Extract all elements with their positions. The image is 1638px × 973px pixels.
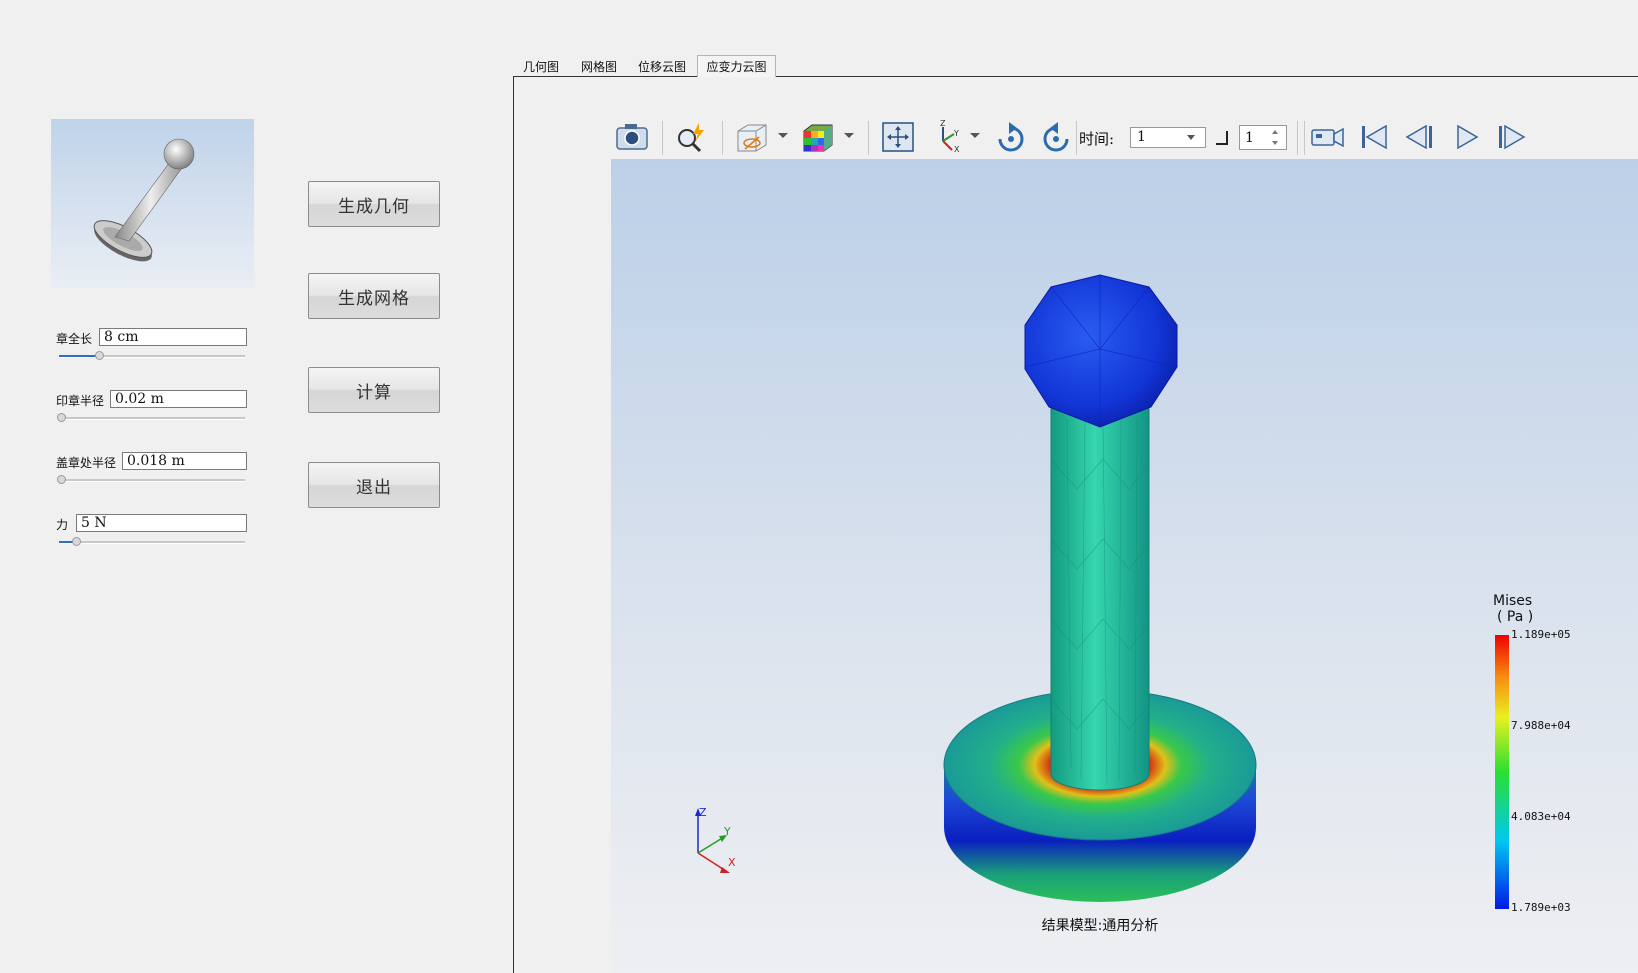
record-video-icon[interactable] (1309, 119, 1347, 155)
face-radius-input[interactable]: 0.018 m (122, 452, 247, 470)
step-spinbox-value: 1 (1245, 130, 1254, 146)
play-icon[interactable] (1449, 119, 1487, 155)
hide-element-icon[interactable] (732, 119, 770, 155)
toolbar-divider (662, 121, 663, 155)
stamp-radius-slider[interactable] (57, 413, 245, 423)
chevron-down-icon[interactable] (778, 133, 788, 138)
step-spinbox[interactable]: 1 (1239, 125, 1287, 150)
axis-label-x: X (728, 856, 736, 869)
legend-color-bar (1495, 635, 1509, 909)
axis-view-icon[interactable]: ZYX (927, 119, 965, 155)
time-label: 时间: (1079, 130, 1115, 148)
chevron-down-icon[interactable] (970, 133, 980, 138)
toolbar-divider (1304, 121, 1305, 155)
chevron-down-icon[interactable] (844, 133, 854, 138)
svg-text:Y: Y (953, 129, 959, 138)
tab-mesh[interactable]: 网格图 (573, 55, 625, 77)
legend-title: Mises (1493, 593, 1532, 609)
next-frame-icon[interactable] (1494, 119, 1532, 155)
toolbar-divider (1076, 121, 1077, 155)
zoom-highlight-icon[interactable] (671, 119, 709, 155)
legend-tick: 7.988e+04 (1511, 719, 1571, 732)
legend-tick: 1.189e+05 (1511, 628, 1571, 641)
spin-down-icon[interactable] (1272, 141, 1278, 145)
param-label-stamp-radius: 印章半径 (56, 394, 105, 408)
rotate-ccw-icon[interactable] (1037, 119, 1075, 155)
svg-text:X: X (954, 145, 960, 154)
axis-label-z: Z (699, 806, 707, 819)
spin-up-icon[interactable] (1272, 130, 1278, 134)
previous-frame-icon[interactable] (1402, 119, 1440, 155)
tab-displacement[interactable]: 位移云图 (631, 55, 693, 77)
legend-tick: 1.789e+03 (1511, 901, 1571, 914)
svg-text:Z: Z (940, 119, 946, 128)
step-icon (1216, 131, 1228, 145)
camera-icon[interactable] (613, 119, 651, 155)
color-cube-icon[interactable] (799, 119, 837, 155)
param-label-force: 力 (56, 518, 69, 532)
time-select-value: 1 (1137, 129, 1146, 145)
force-input[interactable]: 5 N (76, 514, 247, 532)
length-slider[interactable] (59, 351, 245, 361)
face-radius-slider[interactable] (57, 475, 245, 485)
chevron-down-icon[interactable] (1187, 135, 1195, 140)
force-slider[interactable] (59, 537, 245, 547)
stamp-preview-icon (93, 138, 195, 262)
stamp-radius-input[interactable]: 0.02 m (110, 390, 247, 408)
generate-mesh-button[interactable]: 生成网格 (308, 273, 440, 319)
param-label-length: 章全长 (56, 332, 93, 346)
first-frame-icon[interactable] (1356, 119, 1394, 155)
geometry-preview (51, 119, 254, 288)
model-caption: 结果模型:通用分析 (1042, 918, 1159, 934)
axis-label-y: Y (723, 825, 731, 838)
tab-geometry[interactable]: 几何图 (516, 55, 566, 77)
toolbar-divider (1297, 121, 1298, 155)
fit-view-icon[interactable] (879, 119, 917, 155)
generate-geometry-button[interactable]: 生成几何 (308, 181, 440, 227)
time-select[interactable]: 1 (1130, 127, 1206, 148)
legend-unit: ( Pa ) (1497, 609, 1533, 625)
length-input[interactable]: 8 cm (99, 328, 247, 346)
compute-button[interactable]: 计算 (308, 367, 440, 413)
exit-button[interactable]: 退出 (308, 462, 440, 508)
legend-tick: 4.083e+04 (1511, 810, 1571, 823)
toolbar-divider (868, 121, 869, 155)
param-label-face-radius: 盖章处半径 (56, 456, 117, 470)
tab-stress[interactable]: 应变力云图 (697, 55, 776, 77)
stress-contour-model: Z Y X 结果模型:通用分析 Mises ( Pa ) 1.189e+05 7… (695, 274, 1571, 934)
rotate-cw-icon[interactable] (992, 119, 1030, 155)
result-viewport[interactable]: Z Y X 结果模型:通用分析 Mises ( Pa ) 1.189e+05 7… (611, 159, 1638, 973)
toolbar-divider (722, 121, 723, 155)
